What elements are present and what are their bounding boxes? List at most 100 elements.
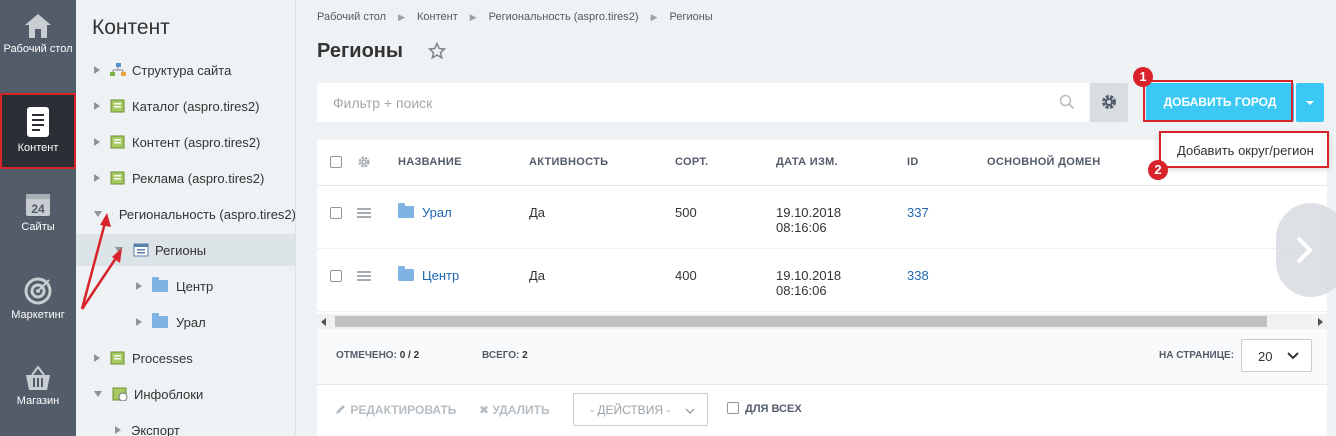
column-id[interactable]: ID	[907, 156, 919, 168]
tree-item-structure[interactable]: Структура сайта	[76, 54, 295, 86]
table-row[interactable]: Центр Да 400 19.10.2018 08:16:06 338	[317, 250, 1327, 312]
step-badge-1: 1	[1133, 67, 1153, 87]
column-settings-icon[interactable]	[357, 155, 371, 169]
nav-content[interactable]: Контент	[0, 93, 76, 169]
infoblock-settings-icon	[112, 387, 128, 401]
column-active[interactable]: АКТИВНОСТЬ	[529, 156, 608, 168]
page-title: Регионы	[317, 40, 403, 62]
star-icon[interactable]	[428, 42, 446, 60]
filter-search-input[interactable]: Фильтр + поиск	[317, 83, 1089, 122]
row-date: 19.10.2018 08:16:06	[776, 268, 841, 298]
expand-arrow-icon[interactable]	[136, 318, 142, 326]
search-icon[interactable]	[1059, 94, 1075, 110]
tree-item-infoblocks[interactable]: Инфоблоки	[76, 378, 295, 410]
selected-count: ОТМЕЧЕНО: 0 / 2	[336, 350, 419, 361]
row-date: 19.10.2018 08:16:06	[776, 205, 841, 235]
tree-item-ads[interactable]: Реклама (aspro.tires2)	[76, 162, 295, 194]
folder-icon	[152, 313, 168, 328]
grid-footer: ОТМЕЧЕНО: 0 / 2 ВСЕГО: 2 НА СТРАНИЦЕ: 20	[317, 329, 1327, 385]
tree-item-catalog[interactable]: Каталог (aspro.tires2)	[76, 90, 295, 122]
table-row[interactable]: Урал Да 500 19.10.2018 08:16:06 337	[317, 187, 1327, 249]
select-all-checkbox[interactable]	[330, 156, 342, 168]
row-active: Да	[529, 268, 546, 283]
settings-button[interactable]	[1090, 83, 1128, 122]
row-date-day: 19.10.2018	[776, 205, 842, 220]
expand-arrow-icon[interactable]	[94, 174, 100, 182]
row-name: Урал	[422, 205, 452, 220]
row-menu-icon[interactable]	[357, 208, 371, 218]
row-name: Центр	[422, 268, 460, 283]
folder-icon	[152, 277, 168, 292]
add-menu-dropdown: Добавить округ/регион	[1159, 131, 1329, 168]
row-sort: 500	[675, 205, 697, 220]
delete-button[interactable]: ✖ УДАЛИТЬ	[479, 403, 550, 417]
scroll-right-icon[interactable]	[1318, 318, 1323, 326]
chevron-right-icon: ▶	[650, 11, 658, 22]
nav-marketing[interactable]: Маркетинг	[0, 276, 76, 336]
nav-sites[interactable]: 24 Сайты	[0, 190, 76, 250]
tree-label: Региональность (aspro.tires2)	[118, 206, 296, 222]
tree-label: Регионы	[155, 242, 207, 258]
breadcrumb-item[interactable]: Контент	[417, 11, 458, 23]
column-domain[interactable]: ОСНОВНОЙ ДОМЕН	[987, 156, 1100, 168]
chevron-right-icon	[1296, 236, 1313, 264]
row-menu-icon[interactable]	[357, 271, 371, 281]
column-name[interactable]: НАЗВАНИЕ	[398, 156, 462, 168]
add-region-menu-item[interactable]: Добавить округ/регион	[1177, 143, 1314, 158]
actions-select-value: - ДЕЙСТВИЯ -	[590, 403, 671, 417]
column-sort[interactable]: СОРТ.	[675, 156, 708, 168]
tree-label: Processes	[132, 350, 193, 366]
horizontal-scrollbar[interactable]	[317, 314, 1327, 329]
breadcrumb-item[interactable]: Регионы	[669, 11, 712, 23]
breadcrumb-item[interactable]: Региональность (aspro.tires2)	[489, 11, 639, 23]
nav-shop[interactable]: Магазин	[0, 364, 76, 424]
breadcrumb-item[interactable]: Рабочий стол	[317, 11, 386, 23]
row-id[interactable]: 337	[907, 205, 929, 220]
tree-label: Инфоблоки	[134, 386, 204, 402]
per-page-select[interactable]: 20	[1241, 339, 1312, 372]
scroll-left-icon[interactable]	[321, 318, 326, 326]
expand-arrow-icon[interactable]	[94, 102, 100, 110]
highlight-frame	[1143, 80, 1293, 122]
row-name-link[interactable]: Центр	[398, 266, 460, 283]
for-all-checkbox[interactable]	[727, 402, 739, 414]
calendar-icon: 24	[26, 194, 50, 216]
row-checkbox[interactable]	[330, 270, 342, 282]
tree-item-content[interactable]: Контент (aspro.tires2)	[76, 126, 295, 158]
row-date-day: 19.10.2018	[776, 268, 842, 283]
row-date-time: 08:16:06	[776, 283, 827, 298]
expand-arrow-icon[interactable]	[115, 426, 121, 434]
tree-label: Центр	[176, 278, 214, 294]
expand-arrow-icon[interactable]	[94, 138, 100, 146]
expand-arrow-icon[interactable]	[94, 66, 100, 74]
collapse-arrow-icon[interactable]	[94, 391, 102, 397]
tree-item-export[interactable]: Экспорт	[76, 414, 295, 436]
tree-item-processes[interactable]: Processes	[76, 342, 295, 374]
row-checkbox[interactable]	[330, 207, 342, 219]
tree-label: Структура сайта	[132, 62, 232, 78]
nav-label: Контент	[17, 142, 59, 154]
chevron-down-icon	[1287, 352, 1299, 360]
scrollbar-thumb[interactable]	[335, 316, 1267, 327]
actions-select[interactable]: - ДЕЙСТВИЯ -	[573, 393, 708, 426]
expand-arrow-icon[interactable]	[136, 282, 142, 290]
edit-button[interactable]: РЕДАКТИРОВАТЬ	[335, 403, 456, 417]
folder-icon	[398, 266, 414, 281]
row-date-time: 08:16:06	[776, 220, 827, 235]
document-icon	[27, 107, 49, 137]
add-menu-toggle[interactable]	[1296, 83, 1324, 122]
iblock-icon	[110, 171, 125, 185]
for-all-label: ДЛЯ ВСЕХ	[745, 403, 802, 415]
next-page-button[interactable]	[1276, 203, 1336, 297]
iblock-icon	[110, 135, 125, 149]
expand-arrow-icon[interactable]	[94, 354, 100, 362]
column-date[interactable]: ДАТА ИЗМ.	[776, 156, 838, 168]
row-name-link[interactable]: Урал	[398, 203, 452, 220]
nav-label: Сайты	[21, 221, 55, 233]
iblock-icon	[110, 99, 125, 113]
pencil-icon	[336, 405, 345, 414]
row-id[interactable]: 338	[907, 268, 929, 283]
calendar-number: 24	[31, 202, 45, 216]
tree-label: Каталог (aspro.tires2)	[132, 98, 260, 114]
nav-desktop[interactable]: Рабочий стол	[0, 12, 76, 78]
